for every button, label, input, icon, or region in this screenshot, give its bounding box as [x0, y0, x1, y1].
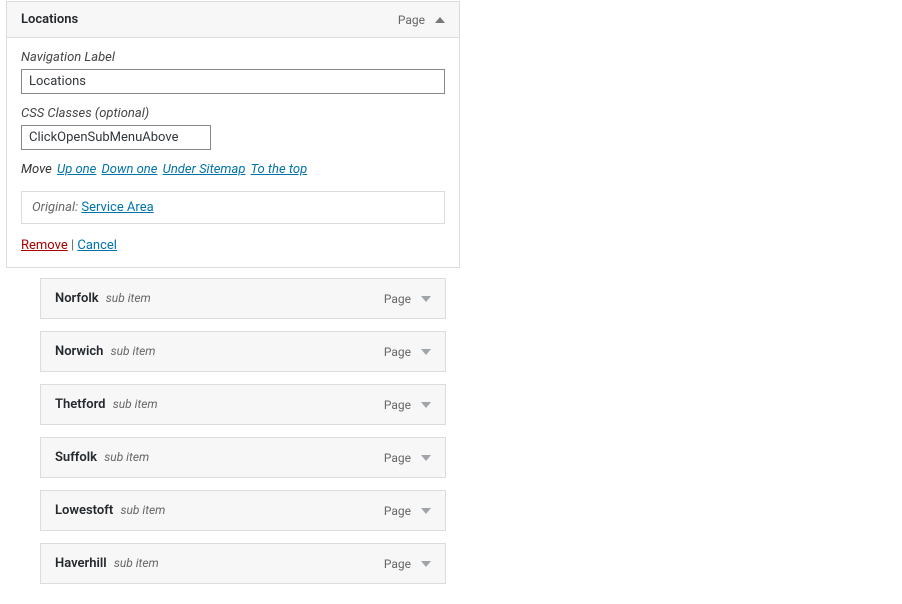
- menu-item-header[interactable]: Suffolk sub item Page: [41, 438, 445, 477]
- menu-item-type: Page: [384, 398, 411, 412]
- menu-item-settings: Navigation Label CSS Classes (optional) …: [7, 37, 459, 267]
- move-up-one-link[interactable]: Up one: [57, 162, 96, 177]
- menu-item-subtitle: sub item: [104, 450, 149, 464]
- move-row: Move Up one Down one Under Sitemap To th…: [21, 162, 445, 177]
- menu-item-controls: Page: [398, 13, 445, 27]
- nav-label-caption: Navigation Label: [21, 50, 445, 65]
- cancel-link[interactable]: Cancel: [77, 238, 117, 253]
- menu-item-subtitle: sub item: [113, 397, 158, 411]
- move-under-link[interactable]: Under Sitemap: [163, 162, 246, 177]
- menu-item-subtitle: sub item: [120, 503, 165, 517]
- menu-item-subtitle: sub item: [114, 556, 159, 570]
- menu-item-title: Norwich sub item: [55, 344, 156, 359]
- menu-item-title: Haverhill sub item: [55, 556, 159, 571]
- menu-item-header[interactable]: Norwich sub item Page: [41, 332, 445, 371]
- menu-item-collapsed: Haverhill sub item Page: [40, 543, 446, 584]
- menu-item-controls: Page: [384, 504, 431, 518]
- move-label: Move: [21, 162, 52, 177]
- menu-item-controls: Page: [384, 398, 431, 412]
- collapse-icon[interactable]: [435, 17, 445, 23]
- sub-items-list: Norfolk sub item Page Norwich sub item Page…: [40, 278, 446, 584]
- nav-label-field: Navigation Label: [21, 50, 445, 94]
- expand-icon[interactable]: [421, 296, 431, 302]
- expand-icon[interactable]: [421, 402, 431, 408]
- move-down-one-link[interactable]: Down one: [102, 162, 158, 177]
- css-classes-input[interactable]: [21, 125, 211, 150]
- menu-item-header[interactable]: Locations Page: [7, 2, 459, 37]
- menu-item-expanded: Locations Page Navigation Label CSS Clas…: [6, 1, 460, 268]
- menu-item-controls: Page: [384, 557, 431, 571]
- menu-item-collapsed: Lowestoft sub item Page: [40, 490, 446, 531]
- menu-item-controls: Page: [384, 345, 431, 359]
- menu-item-collapsed: Norfolk sub item Page: [40, 278, 446, 319]
- menu-item-subtitle: sub item: [106, 291, 151, 305]
- menu-item-header[interactable]: Lowestoft sub item Page: [41, 491, 445, 530]
- move-to-top-link[interactable]: To the top: [251, 162, 308, 177]
- actions-separator: |: [68, 238, 78, 253]
- actions-row: Remove | Cancel: [21, 238, 445, 253]
- menu-item-type: Page: [398, 13, 425, 27]
- menu-item-subtitle: sub item: [111, 344, 156, 358]
- menu-item-controls: Page: [384, 292, 431, 306]
- original-box: Original: Service Area: [21, 191, 445, 224]
- remove-link[interactable]: Remove: [21, 238, 68, 253]
- menu-item-type: Page: [384, 504, 411, 518]
- menu-item-collapsed: Norwich sub item Page: [40, 331, 446, 372]
- menu-item-header[interactable]: Thetford sub item Page: [41, 385, 445, 424]
- nav-label-input[interactable]: [21, 69, 445, 94]
- original-label: Original:: [32, 200, 78, 215]
- expand-icon[interactable]: [421, 455, 431, 461]
- expand-icon[interactable]: [421, 349, 431, 355]
- expand-icon[interactable]: [421, 508, 431, 514]
- menu-item-type: Page: [384, 451, 411, 465]
- menu-item-type: Page: [384, 557, 411, 571]
- css-classes-field: CSS Classes (optional): [21, 106, 445, 150]
- css-classes-caption: CSS Classes (optional): [21, 106, 445, 121]
- menu-item-collapsed: Suffolk sub item Page: [40, 437, 446, 478]
- menu-item-header[interactable]: Norfolk sub item Page: [41, 279, 445, 318]
- original-link[interactable]: Service Area: [81, 200, 153, 215]
- menu-item-type: Page: [384, 292, 411, 306]
- menu-item-title: Suffolk sub item: [55, 450, 149, 465]
- menu-item-controls: Page: [384, 451, 431, 465]
- menu-item-type: Page: [384, 345, 411, 359]
- menu-item-title: Norfolk sub item: [55, 291, 151, 306]
- menu-item-title: Lowestoft sub item: [55, 503, 165, 518]
- menu-item-title: Thetford sub item: [55, 397, 158, 412]
- expand-icon[interactable]: [421, 561, 431, 567]
- menu-item-header[interactable]: Haverhill sub item Page: [41, 544, 445, 583]
- menu-item-collapsed: Thetford sub item Page: [40, 384, 446, 425]
- menu-item-title: Locations: [21, 12, 78, 27]
